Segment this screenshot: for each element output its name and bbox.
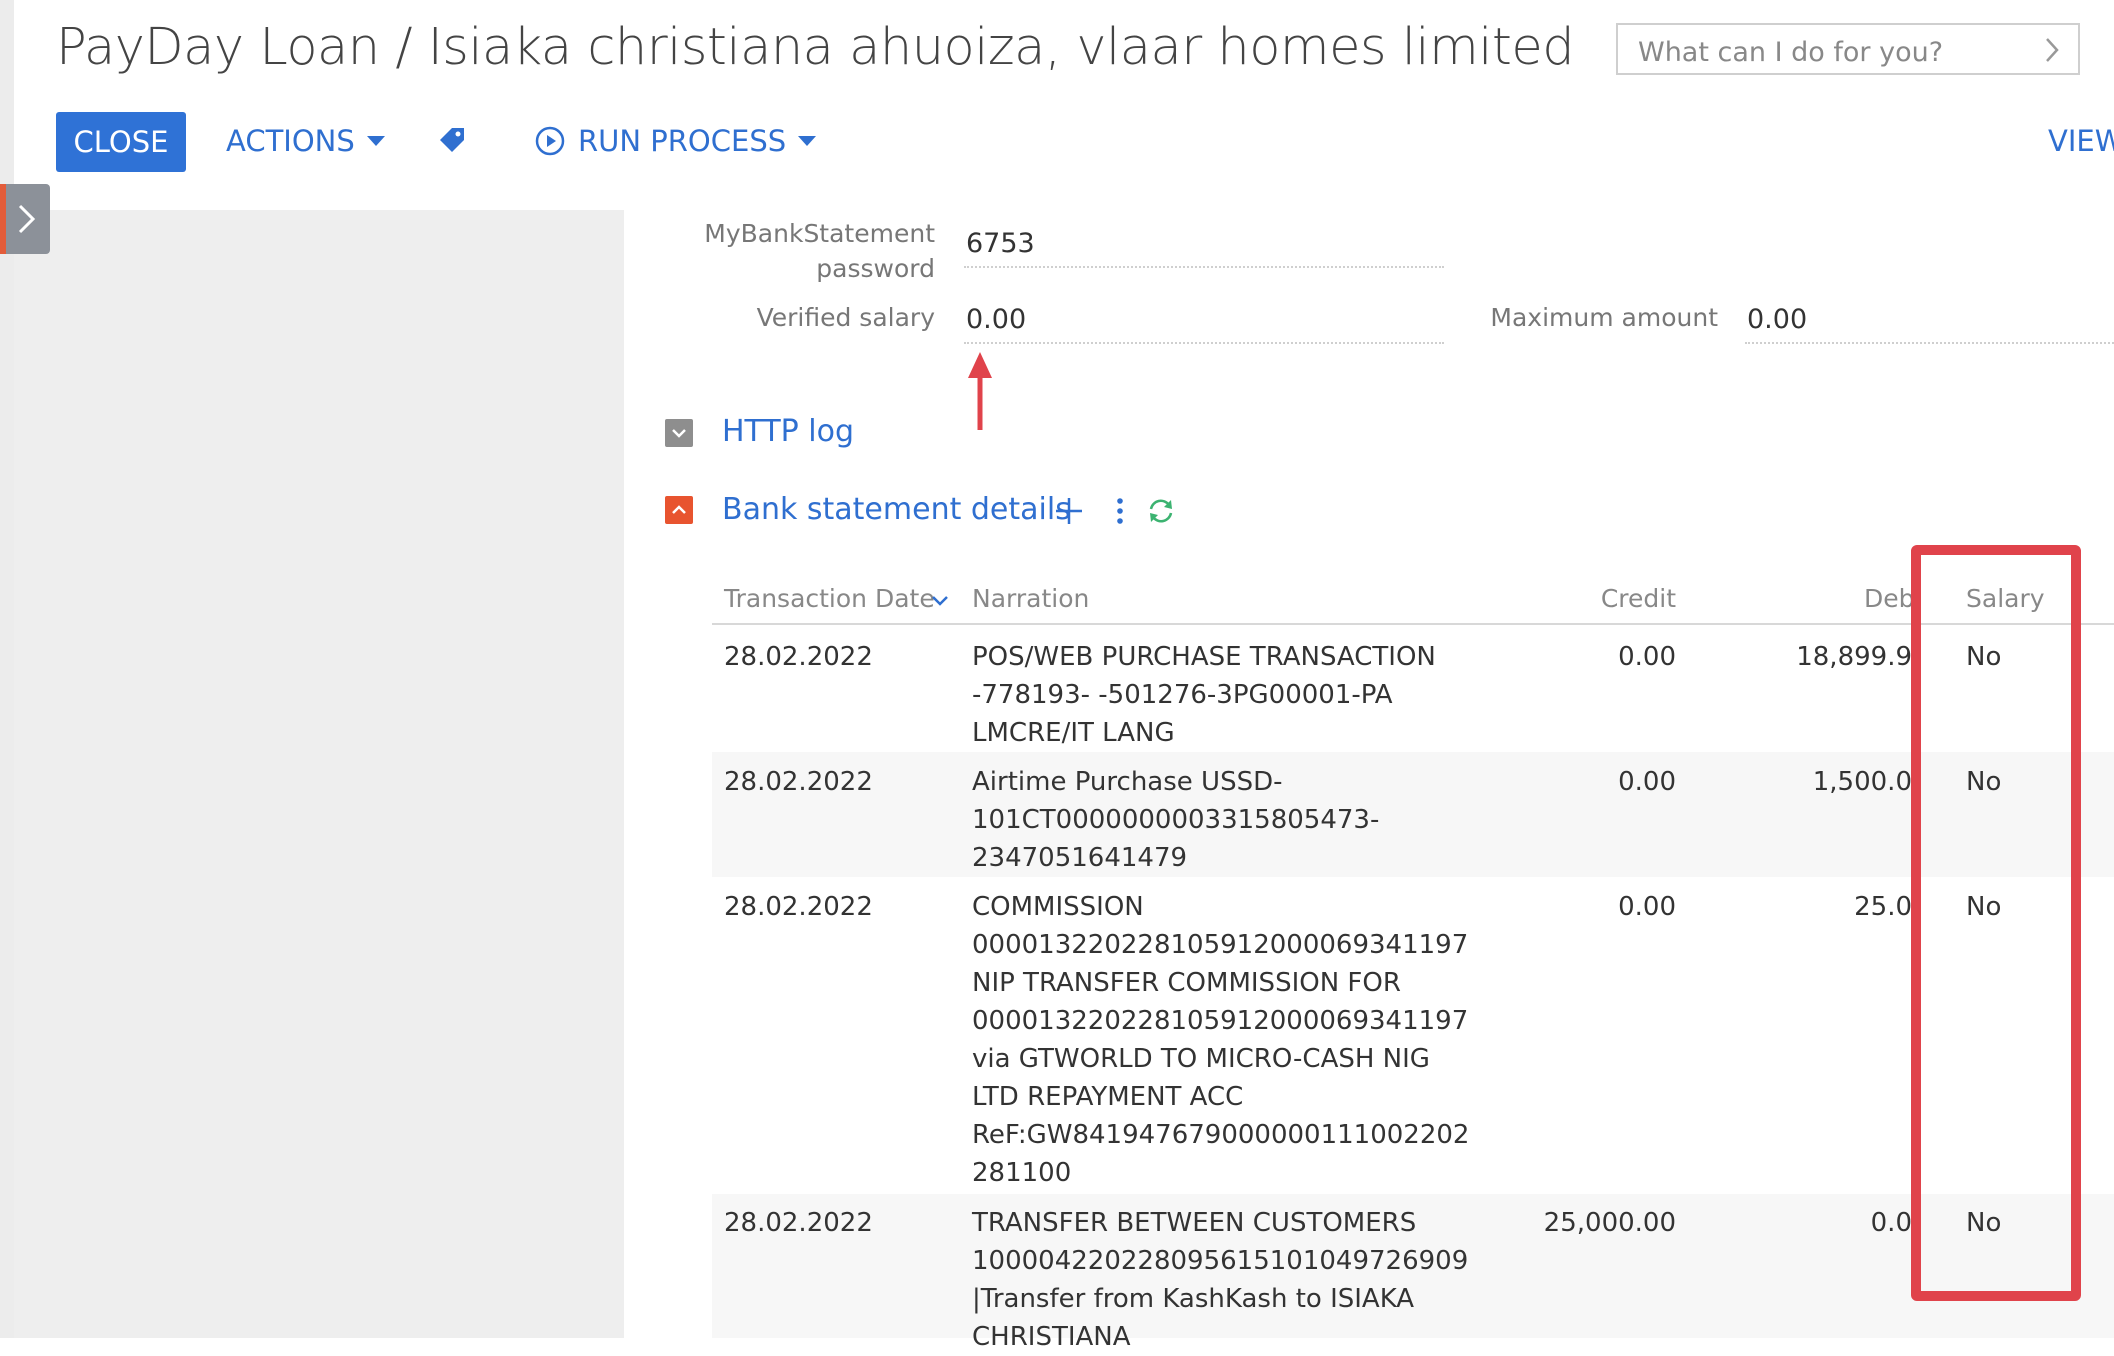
column-header-transaction-date[interactable]: Transaction Date (724, 584, 935, 613)
narration-line: ReF:GW841947679000000111002202 (972, 1120, 1470, 1150)
http-log-section-title[interactable]: HTTP log (722, 414, 854, 449)
expand-panel-button[interactable] (0, 184, 50, 254)
page-title: PayDay Loan / Isiaka christiana ahuoiza,… (56, 18, 1575, 77)
run-process-label: RUN PROCESS (578, 124, 787, 158)
narration-line: POS/WEB PURCHASE TRANSACTION (972, 642, 1436, 672)
column-header-narration[interactable]: Narration (972, 584, 1089, 613)
maximum-amount-value[interactable]: 0.00 (1747, 304, 1807, 335)
verified-salary-label: Verified salary (756, 303, 935, 332)
narration-line: COMMISSION (972, 892, 1144, 922)
refresh-icon[interactable] (1146, 496, 1176, 526)
cell-narration: Airtime Purchase USSD- 101CT000000000331… (972, 763, 1442, 877)
run-process-dropdown[interactable]: RUN PROCESS (534, 124, 817, 158)
table-header-divider (712, 623, 2114, 625)
search-placeholder: What can I do for you? (1638, 37, 1944, 68)
column-label-date: Transaction Date (724, 584, 935, 613)
cell-date: 28.02.2022 (724, 1208, 873, 1238)
column-header-credit[interactable]: Credit (1480, 584, 1676, 613)
http-log-toggle[interactable] (665, 419, 693, 447)
chevron-right-icon[interactable] (2042, 35, 2062, 65)
more-options-icon[interactable] (1110, 496, 1130, 526)
actions-dropdown[interactable]: ACTIONS (226, 124, 385, 158)
verified-salary-underline (964, 342, 1444, 344)
cell-debit: 1,500.0 (1812, 767, 1912, 797)
cell-date: 28.02.2022 (724, 892, 873, 922)
play-circle-icon (535, 126, 565, 156)
narration-line: LMCRE/IT LANG (972, 718, 1175, 748)
cell-debit: 18,899.9 (1796, 642, 1912, 672)
narration-line: Airtime Purchase USSD- (972, 767, 1283, 797)
narration-line: CHRISTIANA (972, 1322, 1131, 1352)
cell-date: 28.02.2022 (724, 642, 873, 672)
narration-line: 100004220228095615101049726909 (972, 1246, 1469, 1276)
narration-line: |Transfer from KashKash to ISIAKA (972, 1284, 1415, 1314)
narration-line: 000013220228105912000069341197 (972, 1006, 1469, 1036)
cell-date: 28.02.2022 (724, 767, 873, 797)
cell-narration: COMMISSION 00001322022810591200006934119… (972, 888, 1470, 1192)
narration-line: -778193- -501276-3PG00001-PA (972, 680, 1393, 710)
salary-column-highlight (1911, 545, 2081, 1301)
narration-line: NIP TRANSFER COMMISSION FOR (972, 968, 1401, 998)
mbs-password-underline (964, 266, 1444, 268)
actions-label: ACTIONS (226, 124, 355, 158)
bank-statement-section-title[interactable]: Bank statement details (722, 492, 1071, 527)
narration-line: 2347051641479 (972, 843, 1188, 873)
mbs-password-value[interactable]: 6753 (966, 228, 1035, 259)
caret-down-icon (798, 136, 817, 146)
cell-credit: 0.00 (1618, 767, 1676, 797)
chevron-down-icon (672, 429, 686, 438)
chevron-right-icon (18, 204, 36, 234)
sort-chevron-down-icon[interactable] (928, 588, 952, 612)
tag-icon (440, 128, 464, 152)
verified-salary-value[interactable]: 0.00 (966, 304, 1026, 335)
maximum-amount-label: Maximum amount (1490, 303, 1718, 332)
cell-narration: POS/WEB PURCHASE TRANSACTION -778193- -5… (972, 638, 1442, 752)
cell-credit: 25,000.00 (1543, 1208, 1676, 1238)
narration-line: via GTWORLD TO MICRO-CASH NIG (972, 1044, 1430, 1074)
cell-debit: 0.0 (1870, 1208, 1912, 1238)
narration-line: 000013220228105912000069341197 (972, 930, 1469, 960)
cell-narration: TRANSFER BETWEEN CUSTOMERS 1000042202280… (972, 1204, 1469, 1356)
left-panel (14, 210, 624, 1338)
bank-statement-toggle[interactable] (665, 496, 693, 524)
cell-debit: 25.0 (1854, 892, 1912, 922)
chevron-up-icon (672, 505, 686, 514)
narration-line: TRANSFER BETWEEN CUSTOMERS (972, 1208, 1417, 1238)
tag-button[interactable] (436, 124, 468, 156)
cell-credit: 0.00 (1618, 892, 1676, 922)
mbs-password-label-line1: MyBankStatement (704, 219, 935, 248)
mbs-password-label-line2: password (816, 254, 935, 283)
mbs-password-label: MyBankStatement password (680, 216, 935, 286)
caret-down-icon (366, 136, 385, 146)
narration-line: 281100 (972, 1158, 1072, 1188)
narration-line: 101CT0000000003315805473- (972, 805, 1380, 835)
maximum-amount-underline (1745, 342, 2114, 344)
close-button[interactable]: CLOSE (56, 112, 186, 172)
command-search-input[interactable]: What can I do for you? (1616, 23, 2080, 75)
add-icon[interactable] (1054, 496, 1084, 526)
arrow-up-icon (968, 352, 992, 430)
cell-credit: 0.00 (1618, 642, 1676, 672)
view-button[interactable]: VIEW (2048, 124, 2114, 158)
narration-line: LTD REPAYMENT ACC (972, 1082, 1244, 1112)
